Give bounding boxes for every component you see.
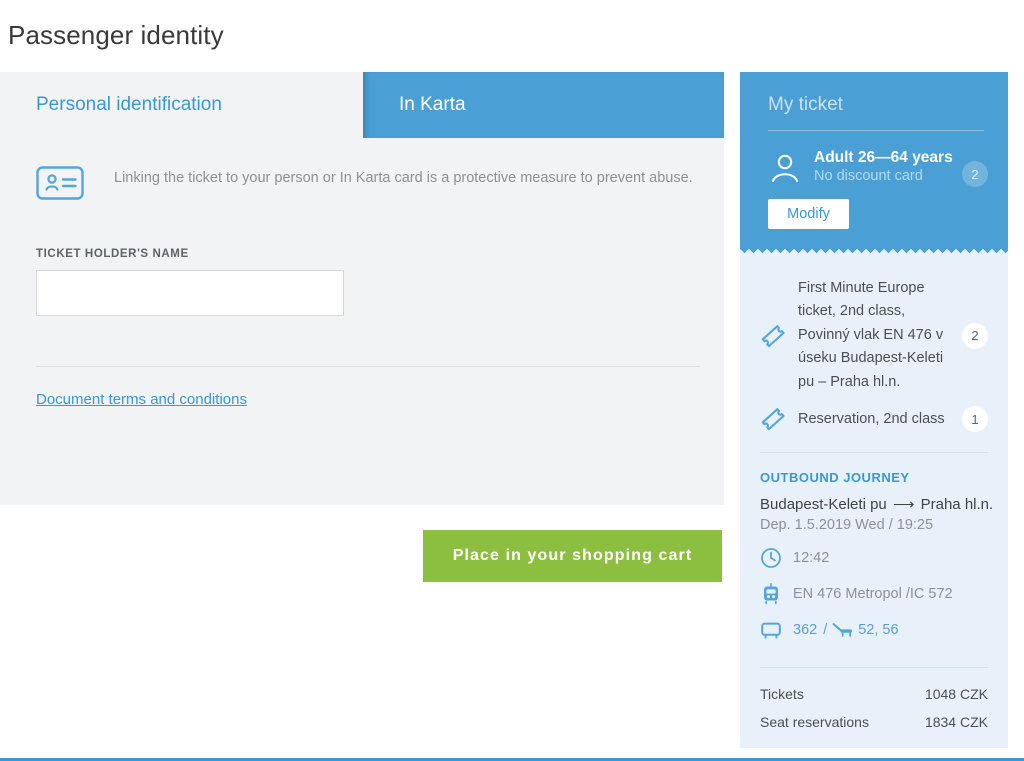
sidebar-header: My ticket Adult 26—64 years No discount … (740, 72, 1008, 247)
journey-train-row: EN 476 Metropol /IC 572 (760, 583, 988, 605)
journey-divider (760, 452, 988, 454)
journey-coach-seat-row: 362 / 52, 56 (760, 619, 988, 641)
passenger-identity-section: Personal identification In Karta Linking… (0, 72, 724, 625)
ticket-item-quantity: 2 (962, 322, 988, 349)
journey-train: EN 476 Metropol /IC 572 (793, 586, 953, 603)
passenger-row: Adult 26—64 years No discount card 2 (768, 149, 988, 187)
coach-seat-separator: / (823, 622, 828, 639)
ticket-icon (760, 323, 786, 349)
passenger-info: Adult 26—64 years No discount card (814, 149, 953, 184)
ticket-perforation-edge (740, 247, 1008, 257)
header-rule (768, 130, 984, 131)
price-label-seat-reservations: Seat reservations (760, 714, 869, 731)
tab-in-karta-label: In Karta (399, 94, 466, 115)
document-terms-link[interactable]: Document terms and conditions (36, 391, 247, 408)
notice-block: Linking the ticket to your person or In … (36, 138, 700, 200)
outbound-journey-heading: OUTBOUND JOURNEY (760, 470, 910, 486)
sidebar-title: My ticket (768, 94, 843, 115)
journey-origin: Budapest-Keleti pu (760, 496, 887, 514)
ticket-item-row: First Minute Europe ticket, 2nd class, P… (760, 271, 988, 400)
cta-row: Place in your shopping cart (0, 505, 724, 625)
notice-text: Linking the ticket to your person or In … (114, 170, 693, 186)
journey-coach: 362 (793, 622, 818, 639)
ticket-item-text: First Minute Europe ticket, 2nd class, P… (798, 280, 944, 390)
tab-in-karta[interactable]: In Karta (363, 72, 724, 138)
tab-personal-identification-label: Personal identification (36, 94, 222, 115)
tab-personal-identification[interactable]: Personal identification (0, 72, 363, 138)
passenger-quantity-badge: 2 (962, 161, 988, 187)
sidebar-body: First Minute Europe ticket, 2nd class, P… (740, 257, 1008, 748)
person-icon (768, 151, 802, 185)
journey-duration: 12:42 (793, 550, 830, 567)
journey-duration-row: 12:42 (760, 547, 988, 569)
journey-departure: Dep. 1.5.2019 Wed / 19:25 (760, 517, 934, 534)
journey-seats: 52, 56 (858, 622, 899, 639)
price-divider (760, 667, 988, 669)
in-karta-panel: Linking the ticket to your person or In … (0, 138, 724, 505)
modify-button[interactable]: Modify (768, 199, 849, 229)
price-summary: Tickets 1048 CZK Seat reservations 1834 … (760, 680, 988, 748)
my-ticket-sidebar: My ticket Adult 26—64 years No discount … (740, 72, 1008, 749)
reservation-item-row: Reservation, 2nd class 1 (760, 400, 988, 438)
reservation-item-text: Reservation, 2nd class (798, 410, 945, 427)
arrow-right-icon: ⟶ (892, 496, 915, 514)
price-row-tickets: Tickets 1048 CZK (760, 680, 988, 708)
page-root: Passenger identity Personal identificati… (0, 0, 1024, 761)
ticket-holder-name-label: TICKET HOLDER'S NAME (36, 248, 189, 260)
journey-destination: Praha hl.n. (920, 496, 994, 514)
price-value-seat-reservations: 1834 CZK (924, 714, 988, 731)
seat-icon (832, 622, 854, 638)
price-label-tickets: Tickets (760, 686, 804, 703)
price-value-tickets: 1048 CZK (924, 686, 988, 703)
ticket-icon (760, 406, 786, 432)
panel-divider (36, 366, 700, 367)
ticket-holder-name-input[interactable] (36, 270, 344, 316)
price-row-seat-reservations: Seat reservations 1834 CZK (760, 708, 988, 736)
tab-bar: Personal identification In Karta (0, 72, 724, 138)
passenger-type: Adult 26—64 years (814, 149, 953, 166)
journey-route: Budapest-Keleti pu ⟶ Praha hl.n. (760, 495, 993, 514)
place-in-cart-button[interactable]: Place in your shopping cart (423, 530, 722, 582)
reservation-item-quantity: 1 (962, 406, 988, 433)
coach-icon (760, 619, 782, 641)
clock-icon (760, 547, 782, 569)
page-title: Passenger identity (8, 20, 224, 50)
passenger-discount: No discount card (814, 168, 923, 184)
id-card-icon (36, 166, 84, 200)
train-icon (760, 583, 782, 605)
